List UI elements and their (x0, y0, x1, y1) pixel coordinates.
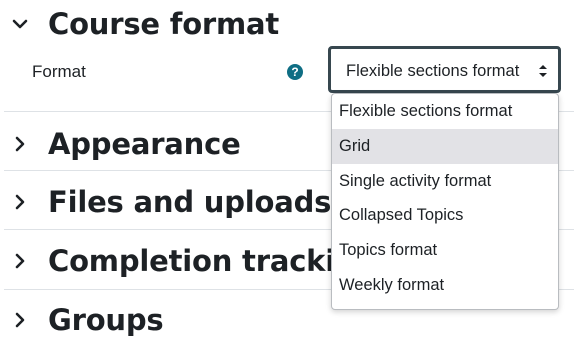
dropdown-option-collapsed-topics[interactable]: Collapsed Topics (332, 198, 558, 233)
section-title: Files and uploads (48, 185, 332, 219)
section-header-appearance[interactable]: Appearance (0, 127, 241, 161)
section-header-completion-tracking[interactable]: Completion tracking (0, 244, 376, 278)
chevron-right-icon (0, 129, 40, 159)
dropdown-option-flexible-sections[interactable]: Flexible sections format (332, 94, 558, 129)
dropdown-option-weekly-format[interactable]: Weekly format (332, 268, 558, 303)
section-title: Completion tracking (48, 244, 377, 278)
question-circle-icon[interactable]: ? (287, 64, 303, 80)
format-select[interactable]: Flexible sections format (328, 46, 561, 93)
section-header-course-format[interactable]: Course format (0, 7, 279, 41)
chevron-down-icon (0, 9, 40, 39)
sort-arrows-icon (538, 63, 548, 84)
format-select-value: Flexible sections format (346, 62, 520, 80)
section-header-groups[interactable]: Groups (0, 303, 164, 337)
dropdown-option-grid[interactable]: Grid (332, 128, 558, 164)
section-title: Course format (48, 7, 280, 41)
section-title: Groups (48, 303, 164, 337)
chevron-right-icon (0, 305, 40, 335)
dropdown-option-topics-format[interactable]: Topics format (332, 233, 558, 268)
chevron-right-icon (0, 246, 40, 276)
section-title: Appearance (48, 127, 241, 161)
dropdown-option-single-activity[interactable]: Single activity format (332, 164, 558, 199)
section-header-files-and-uploads[interactable]: Files and uploads (0, 185, 331, 219)
format-dropdown-list: Flexible sections format Grid Single act… (331, 93, 559, 310)
chevron-right-icon (0, 187, 40, 217)
format-label: Format (32, 62, 86, 81)
